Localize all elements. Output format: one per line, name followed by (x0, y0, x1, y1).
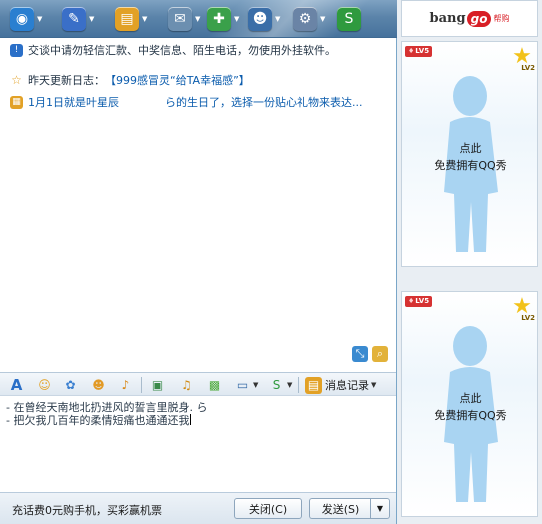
birthday-reminder-suffix[interactable]: ら的生日了，选择一份贴心礼物来表达... (165, 94, 363, 110)
shake-window-button[interactable]: ☻ (90, 376, 107, 394)
gift-icon: ▦ (10, 95, 23, 109)
sms-envelope-button[interactable]: ✉ ▼ (168, 5, 206, 33)
screen-capture-button[interactable]: ▭ ▼ (234, 376, 259, 394)
microphone-icon: ✎ (62, 7, 86, 31)
update-log-link[interactable]: 【999感冒灵“给TA幸福感”】 (105, 72, 250, 88)
message-history-icon: ▤ (305, 376, 322, 394)
microphone-button[interactable]: ✎ ▼ (62, 5, 100, 33)
chat-window: ◉ ▼ ✎ ▼ ▤ ▼ ✉ ▼ ✚ ▼ ☻ ▼ ⚙ ▼ S ! 交谈中请勿轻信汇款、中奖信息、陌生电话，勿使… (0, 0, 397, 524)
toolbar-divider (298, 377, 299, 393)
qq-show-card[interactable]: ♦LV5 ★ LV2 点此 免费拥有QQ秀 (401, 41, 538, 267)
level-badge-text: LV5 (415, 47, 430, 55)
ad-brand: bang (429, 11, 466, 26)
message-history-label: 消息记录 (325, 379, 369, 392)
birthday-reminder[interactable]: ▦ 1月1日就是叶星辰 ら的生日了，选择一份贴心礼物来表达... (10, 93, 363, 111)
video-call-icon: ◉ (10, 7, 34, 31)
bottom-bar: 充话费0元购手机，买彩赢机票 关闭(C) 发送(S) ▼ (0, 492, 396, 524)
soso-search-icon: S (337, 7, 361, 31)
chevron-down-icon: ▼ (320, 14, 326, 23)
display-corner-icons: ⤡ ⌕ (352, 346, 388, 362)
voice-message-icon: ♪ (121, 378, 130, 392)
qq-show-line2: 免费拥有QQ秀 (434, 409, 507, 422)
info-shield-icon: ! (10, 43, 23, 57)
send-file-icon: ▤ (115, 7, 139, 31)
options-gear-button[interactable]: ⚙ ▼ (293, 5, 331, 33)
security-notice-text: 交谈中请勿轻信汇款、中奖信息、陌生电话，勿使用外挂软件。 (28, 44, 336, 57)
emoticon-icon: ☺ (38, 378, 51, 392)
close-button[interactable]: 关闭(C) (234, 498, 302, 519)
gift-icon: ▩ (208, 378, 221, 392)
update-log-label: 昨天更新日志： (28, 74, 105, 87)
send-image-button[interactable]: ▣ (149, 376, 166, 394)
soso-search-button[interactable]: S ▼ (268, 376, 293, 394)
add-app-icon: ✚ (207, 7, 231, 31)
qq-show-card[interactable]: ♦LV5 ★ LV2 点此 免费拥有QQ秀 (401, 291, 538, 517)
chevron-down-icon: ▼ (37, 14, 43, 23)
shake-window-icon: ☻ (92, 378, 105, 392)
level-badge: ♦LV5 (405, 46, 433, 57)
soso-search-icon: S (272, 378, 281, 392)
level-badge: ♦LV5 (405, 296, 433, 307)
ad-brand-cn: 帮购 (493, 14, 510, 23)
video-call-button[interactable]: ◉ ▼ (10, 5, 48, 33)
promo-link[interactable]: 充话费0元购手机，买彩赢机票 (12, 502, 162, 518)
sms-envelope-icon: ✉ (168, 7, 192, 31)
soso-search-button[interactable]: S (337, 5, 375, 33)
toolbar-divider (141, 377, 142, 393)
star-icon: ☆ (11, 73, 22, 87)
chevron-down-icon: ▼ (287, 381, 293, 389)
input-line-1: - 在曾经天南地北扔进风的誓言里脱身. ら (6, 401, 208, 414)
chevron-down-icon: ▼ (89, 14, 95, 23)
send-button[interactable]: 发送(S) (309, 498, 371, 519)
update-log: ☆ 昨天更新日志： 【999感冒灵“给TA幸福感”】 (10, 71, 250, 89)
send-image-icon: ▣ (151, 378, 164, 392)
zoom-icon[interactable]: ⌕ (372, 346, 388, 362)
level-badge-text: LV5 (415, 297, 430, 305)
screen-capture-icon: ▭ (236, 378, 249, 392)
qq-show-line1: 点此 (459, 142, 482, 155)
message-input[interactable]: - 在曾经天南地北扔进风的誓言里脱身. ら - 把欠我几百年的柔情短痛也通通还我 (0, 397, 396, 492)
magic-emoticon-button[interactable]: ✿ (62, 376, 79, 394)
send-options-button[interactable]: ▼ (370, 498, 390, 519)
qq-show-line1: 点此 (459, 392, 482, 405)
user-settings-icon: ☻ (248, 7, 272, 31)
star-level-text: LV2 (521, 64, 535, 72)
security-notice: ! 交谈中请勿轻信汇款、中奖信息、陌生电话，勿使用外挂软件。 (10, 41, 336, 59)
send-file-button[interactable]: ▤ ▼ (115, 5, 153, 33)
voice-message-button[interactable]: ♪ (117, 376, 134, 394)
message-history-button[interactable]: ▤ 消息记录 ▼ (305, 376, 376, 394)
chevron-down-icon: ▼ (234, 14, 240, 23)
message-display-area: ! 交谈中请勿轻信汇款、中奖信息、陌生电话，勿使用外挂软件。 ☆ 昨天更新日志：… (0, 38, 396, 372)
resize-icon[interactable]: ⤡ (352, 346, 368, 362)
music-button[interactable]: ♫ (178, 376, 195, 394)
top-toolbar: ◉ ▼ ✎ ▼ ▤ ▼ ✉ ▼ ✚ ▼ ☻ ▼ ⚙ ▼ S (0, 0, 397, 38)
user-settings-button[interactable]: ☻ ▼ (248, 5, 286, 33)
emoticon-button[interactable]: ☺ (36, 376, 53, 394)
font-icon: A (10, 375, 23, 394)
options-gear-icon: ⚙ (293, 7, 317, 31)
qq-show-line2: 免费拥有QQ秀 (434, 159, 507, 172)
chevron-down-icon: ▼ (142, 14, 148, 23)
bango-ad-banner[interactable]: bang go 帮购 (401, 0, 538, 37)
gift-button[interactable]: ▩ (206, 376, 223, 394)
right-panel: bang go 帮购 ♦LV5 ★ LV2 点此 免费拥有QQ秀 ♦LV5 ★ … (397, 0, 542, 524)
chevron-down-icon: ▼ (195, 14, 201, 23)
magic-emoticon-icon: ✿ (65, 378, 76, 392)
chevron-down-icon: ▼ (253, 381, 259, 389)
text-caret (190, 414, 192, 425)
chevron-down-icon: ▼ (371, 381, 377, 389)
star-level-text: LV2 (521, 314, 535, 322)
music-icon: ♫ (181, 378, 192, 392)
input-line-2: - 把欠我几百年的柔情短痛也通通还我 (6, 414, 390, 427)
input-line-2-text: - 把欠我几百年的柔情短痛也通通还我 (6, 414, 190, 427)
format-toolbar: A ☺ ✿ ☻ ♪ ▣ ♫ ▩ ▭ ▼ S ▼ ▤ 消息记录 ▼ (0, 372, 396, 396)
birthday-reminder-prefix[interactable]: 1月1日就是叶星辰 (28, 94, 119, 110)
ad-brand-go: go (466, 10, 492, 27)
chevron-down-icon: ▼ (275, 14, 281, 23)
font-button[interactable]: A (8, 376, 25, 394)
add-app-button[interactable]: ✚ ▼ (207, 5, 245, 33)
